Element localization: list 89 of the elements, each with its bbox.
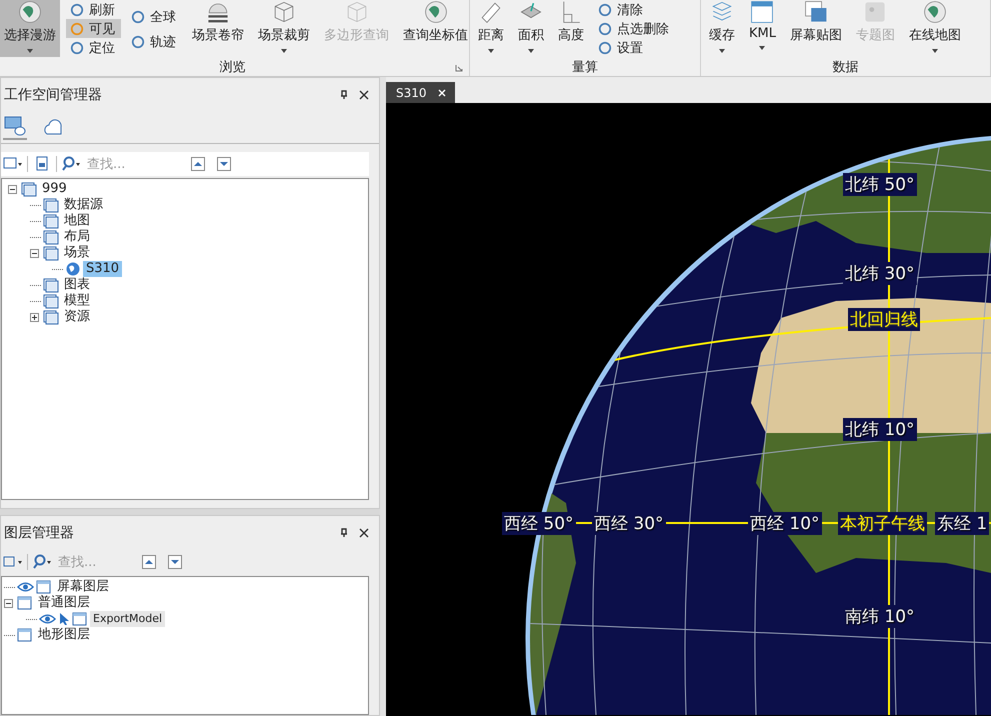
pin-icon[interactable]	[339, 528, 349, 538]
move-up-icon[interactable]	[142, 555, 156, 569]
ribbon-small-button[interactable]: 可见	[66, 19, 121, 38]
move-down-icon[interactable]	[217, 157, 231, 171]
ribbon-button[interactable]: KML	[745, 0, 780, 57]
map-label: 北纬 10°	[843, 418, 917, 441]
computer-database-icon	[4, 116, 26, 136]
layer-icon	[17, 595, 33, 611]
eye-icon[interactable]	[17, 581, 34, 593]
map-label: 北回归线	[848, 308, 920, 331]
expander-icon[interactable]	[30, 248, 39, 258]
panel-tab[interactable]	[3, 116, 27, 140]
map-label: 本初子午线	[838, 512, 927, 535]
ribbon-group-label: 数据	[832, 59, 858, 76]
ribbon-small-button[interactable]: 刷新	[66, 0, 121, 19]
ribbon-button[interactable]: 屏幕贴图	[786, 0, 846, 57]
search-icon[interactable]	[61, 156, 81, 172]
kml-icon	[750, 0, 774, 24]
expander-icon[interactable]	[30, 312, 39, 322]
map-label: 西经 50°	[502, 512, 576, 535]
ribbon-button[interactable]: 高度	[554, 0, 588, 57]
window-icon	[43, 293, 59, 309]
ribbon-button[interactable]: 场景卷帘	[188, 0, 248, 57]
tree-item[interactable]: 模型	[61, 293, 93, 309]
search-field[interactable]: 查找...	[56, 554, 130, 570]
window-icon	[21, 181, 37, 197]
box-icon	[272, 0, 296, 24]
tree-item[interactable]: 地图	[61, 213, 93, 229]
ribbon-button[interactable]: 查询坐标值	[399, 0, 472, 57]
tree-item[interactable]: 图表	[61, 277, 93, 293]
ribbon-button[interactable]: 缓存	[705, 0, 739, 57]
picture-icon	[804, 0, 828, 24]
scene-view[interactable]: 北纬 50° 北纬 30° 北回归线 北纬 10° 西经 50° 西经 30° 西经 10° 本初子午线 东经 1 南纬 10°	[386, 103, 991, 716]
map-label: 西经 30°	[592, 512, 666, 535]
window-icon	[43, 309, 59, 325]
close-icon[interactable]	[359, 528, 369, 538]
window-icon	[43, 197, 59, 213]
ribbon-small-button[interactable]: 设置	[594, 38, 675, 57]
move-down-icon[interactable]	[168, 555, 182, 569]
pin-icon[interactable]	[339, 90, 349, 100]
dialog-launcher-icon[interactable]	[455, 64, 463, 72]
expander-icon[interactable]	[4, 598, 13, 608]
close-icon[interactable]	[359, 90, 369, 100]
tree-item[interactable]: 场景	[61, 245, 93, 261]
document-tab[interactable]: S310	[386, 82, 455, 103]
map-label: 北纬 50°	[843, 173, 917, 196]
move-up-icon[interactable]	[191, 157, 205, 171]
ruler-icon	[479, 0, 503, 24]
search-icon[interactable]	[32, 554, 52, 570]
ribbon-small-button[interactable]: 清除	[594, 0, 675, 19]
window-icon	[43, 245, 59, 261]
globe-icon	[18, 0, 42, 24]
ribbon-button[interactable]: 场景裁剪	[254, 0, 314, 57]
ribbon-group-label: 量算	[572, 59, 598, 76]
layer-item[interactable]: 屏幕图层	[54, 579, 112, 595]
theme-icon	[863, 0, 888, 24]
search-field[interactable]: 查找...	[85, 156, 179, 172]
ribbon-small-button[interactable]: 轨迹	[127, 32, 182, 51]
window-icon	[43, 213, 59, 229]
map-label: 北纬 30°	[843, 262, 917, 285]
ribbon-button[interactable]: 选择漫游	[0, 0, 60, 57]
ribbon-small-button[interactable]: 定位	[66, 38, 121, 57]
tree-item[interactable]: S310	[83, 261, 122, 277]
ribbon-button[interactable]: 在线地图	[904, 0, 965, 57]
tree-item[interactable]: 布局	[61, 229, 93, 245]
ribbon-small-button[interactable]: 全球	[127, 7, 182, 26]
layer-item[interactable]: 地形图层	[35, 627, 93, 643]
window-icon	[43, 277, 59, 293]
layer-icon	[72, 611, 88, 627]
tree-item[interactable]: 999	[39, 181, 70, 197]
eye-icon[interactable]	[39, 613, 56, 625]
ribbon-button[interactable]: 面积	[514, 0, 548, 57]
tree-item[interactable]: 资源	[61, 309, 93, 325]
ribbon-small-button[interactable]: 点选删除	[594, 19, 675, 38]
ribbon-group-label: 浏览	[220, 59, 246, 76]
layer-icon	[36, 579, 52, 595]
window-icon	[43, 229, 59, 245]
expander-icon[interactable]	[8, 184, 17, 194]
layer-icon	[17, 627, 33, 643]
tree-item[interactable]: 数据源	[61, 197, 106, 213]
layer-item[interactable]: 普通图层	[35, 595, 93, 611]
panel-title: 工作空间管理器	[4, 86, 103, 104]
map-label: 东经 1	[935, 512, 990, 535]
layer-item[interactable]: ExportModel	[90, 611, 166, 627]
map-label: 西经 10°	[748, 512, 822, 535]
ribbon-button[interactable]: 距离	[474, 0, 508, 57]
cursor-icon[interactable]	[58, 612, 70, 626]
globe-icon	[65, 261, 81, 277]
panel-title: 图层管理器	[4, 524, 75, 542]
